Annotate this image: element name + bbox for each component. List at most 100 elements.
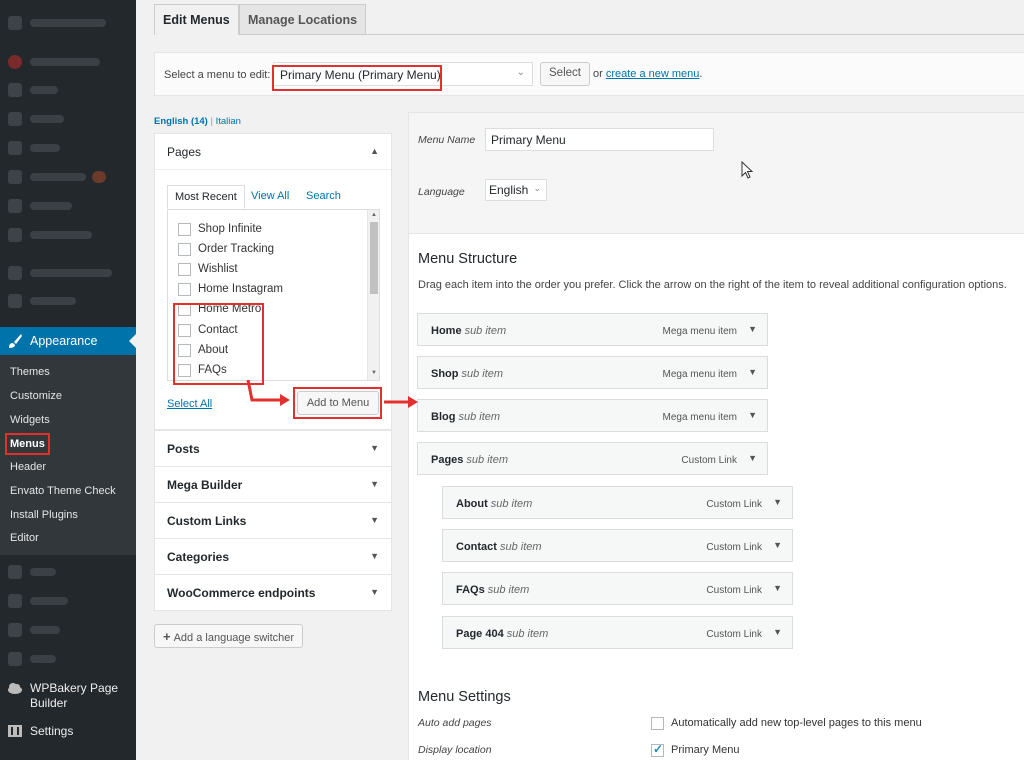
menu-item[interactable]: Blog sub item Mega menu item ▼	[417, 399, 768, 432]
submenu-themes[interactable]: Themes	[10, 366, 50, 378]
menu-item-name: FAQs	[456, 584, 485, 596]
sidebar-item-blurred[interactable]	[0, 263, 136, 283]
chevron-down-icon: ⌄	[533, 183, 541, 193]
select-all-link[interactable]: Select All	[167, 398, 212, 410]
woocommerce-endpoints-panel-header[interactable]: WooCommerce endpoints ▼	[155, 575, 391, 611]
sub-item-label: sub item	[466, 454, 508, 466]
menu-item[interactable]: Page 404 sub item Custom Link ▼	[442, 616, 793, 649]
caret-down-icon: ▼	[370, 443, 379, 453]
caret-down-icon[interactable]: ▼	[773, 583, 782, 593]
annotation-highlight-add-button	[293, 387, 382, 419]
select-button[interactable]: Select	[540, 62, 590, 86]
page-checkbox[interactable]	[178, 223, 191, 236]
custom-links-panel-header[interactable]: Custom Links ▼	[155, 503, 391, 539]
mega-builder-panel-header[interactable]: Mega Builder ▼	[155, 467, 391, 503]
panel-title: Categories	[167, 550, 230, 564]
tab-most-recent[interactable]: Most Recent	[167, 185, 245, 209]
posts-panel[interactable]: Posts ▼	[154, 430, 392, 467]
menu-item[interactable]: Shop sub item Mega menu item ▼	[417, 356, 768, 389]
submenu-install-plugins[interactable]: Install Plugins	[10, 509, 78, 521]
sub-item-label: sub item	[461, 368, 504, 380]
tab-edit-menus[interactable]: Edit Menus	[154, 4, 239, 35]
language-select[interactable]: English ⌄	[485, 179, 547, 201]
submenu-editor[interactable]: Editor	[10, 532, 39, 544]
caret-down-icon[interactable]: ▼	[773, 627, 782, 637]
menu-item-name: Page 404	[456, 628, 504, 640]
sub-item-label: sub item	[490, 498, 533, 510]
tab-view-all[interactable]: View All	[251, 190, 289, 202]
primary-menu-checkbox[interactable]: ✓	[651, 742, 664, 757]
custom-links-panel[interactable]: Custom Links ▼	[154, 502, 392, 539]
page-checkbox[interactable]	[178, 243, 191, 256]
sidebar-item-blurred[interactable]	[0, 80, 136, 100]
current-indicator	[129, 334, 136, 348]
menu-item-name: About	[456, 498, 488, 510]
menu-item-title: FAQs sub item	[456, 584, 529, 596]
menu-item[interactable]: Contact sub item Custom Link ▼	[442, 529, 793, 562]
menu-name-input[interactable]: Primary Menu	[485, 128, 714, 151]
button-label: Add a language switcher	[173, 632, 295, 644]
menu-item[interactable]: Pages sub item Custom Link ▼	[417, 442, 768, 475]
posts-panel-header[interactable]: Posts ▼	[155, 431, 391, 467]
menu-item-title: Shop sub item	[431, 368, 503, 380]
sidebar-item-blurred[interactable]	[0, 225, 136, 245]
caret-down-icon[interactable]: ▼	[748, 324, 757, 334]
page-checkbox[interactable]	[178, 283, 191, 296]
sidebar-item-blurred[interactable]	[0, 591, 136, 611]
menu-item[interactable]: About sub item Custom Link ▼	[442, 486, 793, 519]
create-new-menu-link[interactable]: create a new menu	[606, 68, 700, 80]
tab-manage-locations[interactable]: Manage Locations	[239, 4, 367, 34]
categories-panel-header[interactable]: Categories ▼	[155, 539, 391, 575]
sidebar-item-blurred[interactable]	[0, 291, 136, 311]
page-checkbox[interactable]	[178, 263, 191, 276]
sidebar-item-blurred[interactable]	[0, 620, 136, 640]
mouse-cursor-icon	[741, 161, 754, 179]
menu-item-type: Custom Link	[706, 585, 762, 596]
language-english-link[interactable]: English (14)	[154, 116, 208, 127]
caret-down-icon[interactable]: ▼	[748, 453, 757, 463]
checklist-scrollbar[interactable]: ▲ ▼	[367, 210, 379, 380]
menu-item[interactable]: Home sub item Mega menu item ▼	[417, 313, 768, 346]
scroll-up-icon[interactable]: ▲	[371, 212, 377, 218]
sidebar-item-wpbakery[interactable]: WPBakery Page Builder	[0, 679, 136, 711]
tab-divider	[154, 34, 1024, 35]
menu-item-name: Contact	[456, 541, 497, 553]
submenu-widgets[interactable]: Widgets	[10, 414, 50, 426]
menu-item-type: Mega menu item	[662, 326, 737, 337]
caret-down-icon[interactable]: ▼	[773, 540, 782, 550]
scrollbar-thumb[interactable]	[370, 222, 378, 294]
submenu-header[interactable]: Header	[10, 461, 46, 473]
caret-down-icon[interactable]: ▼	[748, 367, 757, 377]
settings-icon	[8, 725, 22, 737]
auto-add-checkbox[interactable]	[651, 717, 664, 730]
cloud-icon	[8, 683, 22, 694]
sidebar-item-blurred[interactable]	[0, 562, 136, 582]
caret-down-icon[interactable]: ▼	[773, 497, 782, 507]
panel-title: WooCommerce endpoints	[167, 586, 316, 600]
caret-down-icon: ▼	[370, 479, 379, 489]
scroll-down-icon[interactable]: ▼	[371, 370, 377, 376]
sidebar-item-blurred[interactable]	[0, 52, 136, 72]
sidebar-item-blurred[interactable]	[0, 109, 136, 129]
pages-panel-header[interactable]: Pages ▲	[155, 134, 391, 170]
language-select-value: English	[489, 183, 529, 197]
language-italian-link[interactable]: Italian	[216, 116, 241, 127]
add-language-switcher-button[interactable]: + Add a language switcher	[154, 624, 304, 648]
sub-item-label: sub item	[499, 541, 542, 553]
sidebar-item-appearance[interactable]: Appearance	[0, 327, 136, 355]
woocommerce-endpoints-panel[interactable]: WooCommerce endpoints ▼	[154, 574, 392, 611]
categories-panel[interactable]: Categories ▼	[154, 538, 392, 575]
menu-item[interactable]: FAQs sub item Custom Link ▼	[442, 572, 793, 605]
sidebar-item-blurred[interactable]	[0, 13, 136, 33]
submenu-customize[interactable]: Customize	[10, 390, 62, 402]
tab-search[interactable]: Search	[306, 190, 341, 202]
sidebar-item-blurred[interactable]	[0, 196, 136, 216]
caret-down-icon[interactable]: ▼	[748, 410, 757, 420]
sidebar-item-blurred[interactable]	[0, 138, 136, 158]
submenu-envato-theme-check[interactable]: Envato Theme Check	[10, 485, 116, 497]
sidebar-item-blurred[interactable]	[0, 649, 136, 669]
sidebar-item-blurred[interactable]	[0, 167, 136, 187]
sidebar-item-settings[interactable]: Settings	[0, 722, 136, 742]
menu-item-title: About sub item	[456, 498, 532, 510]
mega-builder-panel[interactable]: Mega Builder ▼	[154, 466, 392, 503]
